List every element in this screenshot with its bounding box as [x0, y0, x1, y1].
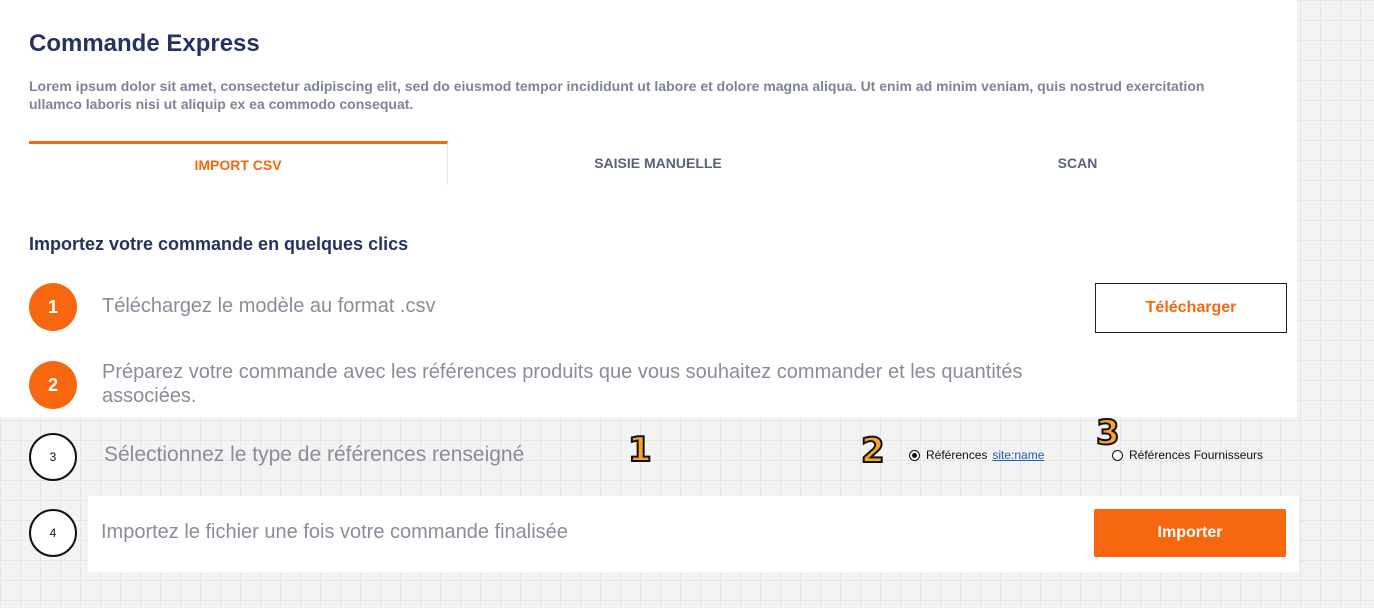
step-3-number: 3 [29, 433, 77, 481]
step-4-number: 4 [29, 509, 77, 557]
radio-button-unchecked[interactable] [1112, 449, 1123, 461]
download-button[interactable]: Télécharger [1095, 283, 1287, 333]
step-4-text: Importez le fichier une fois votre comma… [101, 521, 568, 543]
import-button[interactable]: Importer [1094, 509, 1286, 557]
annotation-marker-3: 3 [1095, 413, 1121, 453]
annotation-marker-1: 1 [627, 430, 653, 470]
radio-label: Références [926, 448, 988, 462]
tab-scan[interactable]: SCAN [868, 141, 1287, 185]
tab-saisie-manuelle[interactable]: SAISIE MANUELLE [448, 141, 868, 185]
page-intro: Lorem ipsum dolor sit amet, consectetur … [29, 78, 1205, 112]
tab-bar: IMPORT CSV SAISIE MANUELLE SCAN [29, 141, 1287, 185]
step-1-text: Téléchargez le modèle au format .csv [102, 295, 436, 317]
site-name-link[interactable]: site:name [992, 448, 1044, 462]
step-3-text: Sélectionnez le type de références rense… [104, 443, 525, 466]
radio-label: Références Fournisseurs [1129, 448, 1264, 462]
tab-import-csv[interactable]: IMPORT CSV [29, 141, 448, 185]
radio-button-checked[interactable] [909, 449, 920, 461]
radio-option-references[interactable]: Références site:name [909, 448, 1044, 462]
main-panel [0, 0, 1297, 417]
step-2-text: Préparez votre commande avec les référen… [102, 361, 1023, 407]
section-title: Importez votre commande en quelques clic… [29, 234, 409, 254]
radio-option-references-fournisseurs[interactable]: Références Fournisseurs [1112, 448, 1263, 462]
step-1-number: 1 [29, 283, 77, 331]
annotation-marker-2: 2 [860, 431, 886, 471]
step-2-number: 2 [29, 361, 77, 409]
page-title: Commande Express [29, 30, 260, 57]
